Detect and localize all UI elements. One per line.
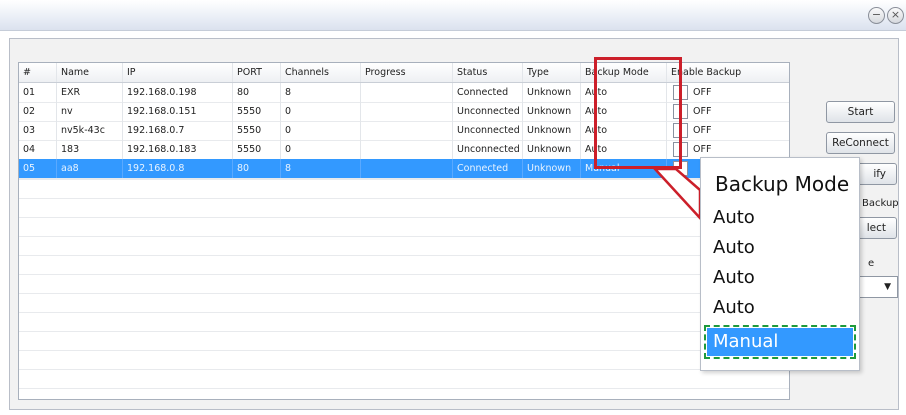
col-header-type[interactable]: Type [523, 63, 581, 82]
cell-port: 80 [233, 83, 281, 102]
enable-backup-label: OFF [693, 125, 712, 136]
cell-channels: 0 [281, 102, 361, 121]
cell-type: Unknown [523, 159, 581, 178]
cell-port: 5550 [233, 102, 281, 121]
chevron-down-icon[interactable]: ▼ [884, 282, 891, 292]
cell-number: 05 [19, 159, 57, 178]
minimize-icon[interactable]: − [868, 7, 885, 24]
col-header-name[interactable]: Name [57, 63, 123, 82]
cell-number: 02 [19, 102, 57, 121]
dropdown-option-manual[interactable]: Manual [704, 325, 856, 359]
modify-label: ify [873, 168, 886, 180]
cell-progress [361, 159, 453, 178]
backup-group-label: Backup [862, 198, 899, 209]
cell-port: 5550 [233, 140, 281, 159]
cell-ip: 192.168.0.8 [123, 159, 233, 178]
empty-grid-rows [19, 179, 789, 399]
select-label: lect [866, 222, 886, 234]
window-titlebar: − × [0, 0, 906, 31]
reconnect-button[interactable]: ReConnect [826, 132, 895, 154]
dropdown-option-auto[interactable]: Auto [707, 234, 853, 262]
cell-name: EXR [57, 83, 123, 102]
cell-enable-backup: OFF [667, 83, 789, 102]
type-label: e [868, 258, 875, 269]
enable-backup-label: OFF [693, 87, 712, 98]
dropdown-title: Backup Mode [709, 166, 851, 202]
enable-backup-label: OFF [693, 106, 712, 117]
col-header-enable-backup[interactable]: Enable Backup [667, 63, 789, 82]
start-button[interactable]: Start [826, 101, 895, 123]
cell-ip: 192.168.0.7 [123, 121, 233, 140]
cell-type: Unknown [523, 102, 581, 121]
dropdown-option-auto[interactable]: Auto [707, 204, 853, 232]
cell-number: 04 [19, 140, 57, 159]
cell-progress [361, 121, 453, 140]
cell-type: Unknown [523, 140, 581, 159]
cell-name: 183 [57, 140, 123, 159]
cell-enable-backup: OFF [667, 102, 789, 121]
cell-port: 80 [233, 159, 281, 178]
cell-channels: 0 [281, 140, 361, 159]
backup-mode-dropdown[interactable]: Backup Mode Auto Auto Auto Auto Manual [700, 157, 860, 371]
dropdown-option-auto[interactable]: Auto [707, 294, 853, 322]
cell-progress [361, 102, 453, 121]
cell-progress [361, 140, 453, 159]
cell-type: Unknown [523, 121, 581, 140]
col-header-progress[interactable]: Progress [361, 63, 453, 82]
cell-status: Unconnected [453, 140, 523, 159]
cell-number: 03 [19, 121, 57, 140]
cell-ip: 192.168.0.198 [123, 83, 233, 102]
col-header-port[interactable]: PORT [233, 63, 281, 82]
cell-enable-backup: OFF [667, 121, 789, 140]
col-header-ip[interactable]: IP [123, 63, 233, 82]
cell-channels: 8 [281, 83, 361, 102]
close-icon[interactable]: × [887, 7, 904, 24]
cell-channels: 8 [281, 159, 361, 178]
cell-ip: 192.168.0.183 [123, 140, 233, 159]
cell-channels: 0 [281, 121, 361, 140]
col-header-channels[interactable]: Channels [281, 63, 361, 82]
cell-status: Connected [453, 159, 523, 178]
backup-mode-column-highlight [594, 57, 682, 169]
cell-port: 5550 [233, 121, 281, 140]
cell-type: Unknown [523, 83, 581, 102]
cell-ip: 192.168.0.151 [123, 102, 233, 121]
cell-name: nv5k-43c [57, 121, 123, 140]
cell-name: aa8 [57, 159, 123, 178]
cell-status: Unconnected [453, 121, 523, 140]
cell-progress [361, 83, 453, 102]
col-header-status[interactable]: Status [453, 63, 523, 82]
cell-number: 01 [19, 83, 57, 102]
cell-name: nv [57, 102, 123, 121]
dropdown-option-auto[interactable]: Auto [707, 264, 853, 292]
cell-status: Unconnected [453, 102, 523, 121]
cell-status: Connected [453, 83, 523, 102]
col-header-number[interactable]: # [19, 63, 57, 82]
